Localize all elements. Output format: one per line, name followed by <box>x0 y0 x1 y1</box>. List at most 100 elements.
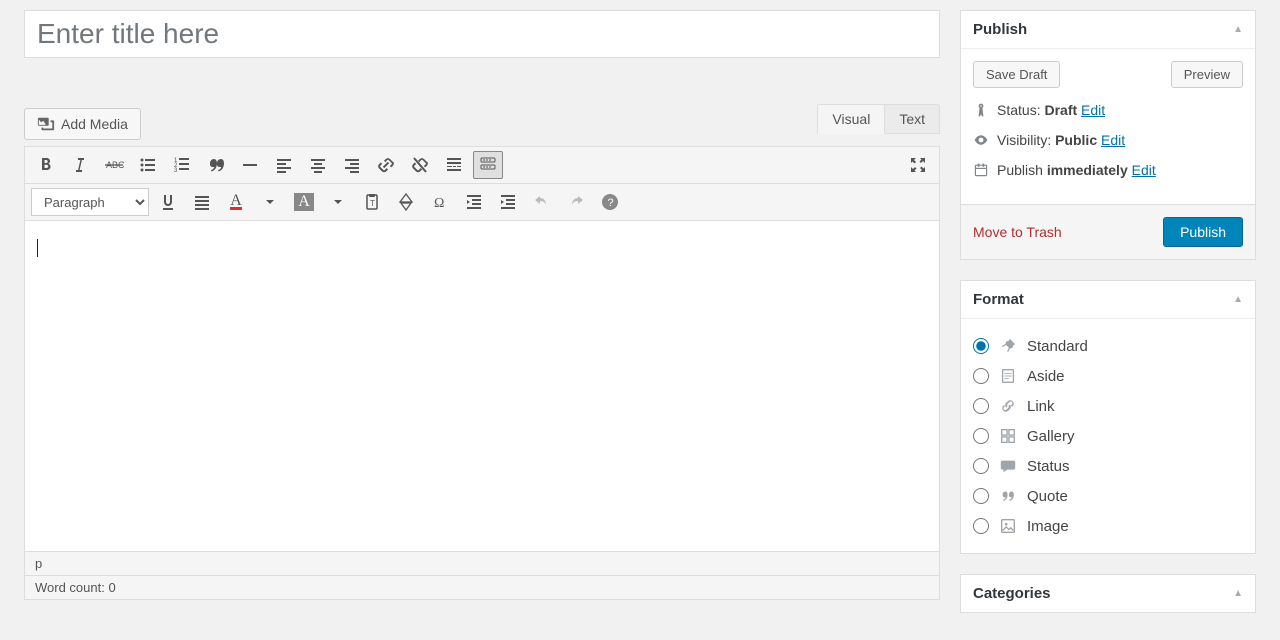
tab-text[interactable]: Text <box>885 104 940 134</box>
format-radio[interactable] <box>973 398 989 414</box>
fullscreen-button[interactable] <box>903 151 933 179</box>
svg-text:3: 3 <box>174 168 178 174</box>
publish-title: Publish <box>973 21 1027 38</box>
editor-path: p <box>25 552 939 575</box>
format-option-quote[interactable]: Quote <box>973 481 1243 511</box>
quote-icon <box>999 487 1017 505</box>
publish-label: Publish <box>997 162 1043 178</box>
publish-header[interactable]: Publish ▲ <box>961 11 1255 49</box>
format-radio[interactable] <box>973 368 989 384</box>
special-character-button[interactable]: Ω <box>425 188 455 216</box>
bullet-list-button[interactable] <box>133 151 163 179</box>
preview-button[interactable]: Preview <box>1171 61 1243 88</box>
visibility-label: Visibility: <box>997 132 1051 148</box>
collapse-icon: ▲ <box>1233 24 1243 35</box>
text-caret <box>37 239 38 257</box>
publish-value: immediately <box>1047 162 1128 178</box>
align-left-button[interactable] <box>269 151 299 179</box>
toolbar-row-2: Paragraph A A T Ω ? <box>25 184 939 221</box>
bold-button[interactable] <box>31 151 61 179</box>
format-label: Aside <box>1027 368 1065 385</box>
indent-button[interactable] <box>493 188 523 216</box>
remove-link-button[interactable] <box>405 151 435 179</box>
background-color-dropdown[interactable] <box>323 188 353 216</box>
format-radio[interactable] <box>973 488 989 504</box>
editor-content-area[interactable] <box>25 221 939 551</box>
align-center-button[interactable] <box>303 151 333 179</box>
edit-visibility-link[interactable]: Edit <box>1101 132 1125 148</box>
format-option-status[interactable]: Status <box>973 451 1243 481</box>
move-to-trash-link[interactable]: Move to Trash <box>973 224 1062 240</box>
categories-header[interactable]: Categories ▲ <box>961 575 1255 612</box>
format-label: Quote <box>1027 488 1068 505</box>
edit-publish-date-link[interactable]: Edit <box>1132 162 1156 178</box>
word-count: Word count: 0 <box>25 575 939 599</box>
format-option-image[interactable]: Image <box>973 511 1243 541</box>
media-icon <box>37 115 55 133</box>
horizontal-rule-button[interactable] <box>235 151 265 179</box>
italic-button[interactable] <box>65 151 95 179</box>
save-draft-button[interactable]: Save Draft <box>973 61 1060 88</box>
align-justify-button[interactable] <box>187 188 217 216</box>
paste-text-button[interactable]: T <box>357 188 387 216</box>
categories-title: Categories <box>973 585 1051 602</box>
text-color-button[interactable]: A <box>221 188 251 216</box>
status-value: Draft <box>1044 102 1077 118</box>
format-option-gallery[interactable]: Gallery <box>973 421 1243 451</box>
insert-more-button[interactable] <box>439 151 469 179</box>
format-label: Link <box>1027 398 1055 415</box>
align-right-button[interactable] <box>337 151 367 179</box>
undo-button[interactable] <box>527 188 557 216</box>
svg-text:?: ? <box>608 197 614 209</box>
publish-metabox: Publish ▲ Save Draft Preview Status: Dra… <box>960 10 1256 260</box>
link-icon <box>999 397 1017 415</box>
format-radio[interactable] <box>973 518 989 534</box>
edit-status-link[interactable]: Edit <box>1081 102 1105 118</box>
add-media-label: Add Media <box>61 116 128 132</box>
tab-visual[interactable]: Visual <box>817 104 885 134</box>
format-options: Standard Aside Link Gallery <box>961 319 1255 553</box>
eye-icon <box>973 132 989 148</box>
svg-text:T: T <box>370 199 375 208</box>
format-option-aside[interactable]: Aside <box>973 361 1243 391</box>
svg-text:Ω: Ω <box>434 196 444 211</box>
strikethrough-button[interactable]: ABC <box>99 151 129 179</box>
format-metabox: Format ▲ Standard Aside Link <box>960 280 1256 554</box>
format-header[interactable]: Format ▲ <box>961 281 1255 319</box>
toolbar-toggle-button[interactable] <box>473 151 503 179</box>
add-media-button[interactable]: Add Media <box>24 108 141 140</box>
image-icon <box>999 517 1017 535</box>
format-radio[interactable] <box>973 428 989 444</box>
format-label: Image <box>1027 518 1069 535</box>
text-color-dropdown[interactable] <box>255 188 285 216</box>
help-button[interactable]: ? <box>595 188 625 216</box>
key-icon <box>973 102 989 118</box>
pushpin-icon <box>999 337 1017 355</box>
format-option-link[interactable]: Link <box>973 391 1243 421</box>
format-label: Status <box>1027 458 1070 475</box>
format-option-standard[interactable]: Standard <box>973 331 1243 361</box>
publish-button[interactable]: Publish <box>1163 217 1243 247</box>
format-title: Format <box>973 291 1024 308</box>
status-icon <box>999 457 1017 475</box>
visibility-value: Public <box>1055 132 1097 148</box>
redo-button[interactable] <box>561 188 591 216</box>
categories-metabox: Categories ▲ <box>960 574 1256 613</box>
document-icon <box>999 367 1017 385</box>
format-label: Gallery <box>1027 428 1075 445</box>
numbered-list-button[interactable]: 123 <box>167 151 197 179</box>
collapse-icon: ▲ <box>1233 294 1243 305</box>
format-radio[interactable] <box>973 458 989 474</box>
background-color-button[interactable]: A <box>289 188 319 216</box>
insert-link-button[interactable] <box>371 151 401 179</box>
clear-formatting-button[interactable] <box>391 188 421 216</box>
format-label: Standard <box>1027 338 1088 355</box>
outdent-button[interactable] <box>459 188 489 216</box>
format-radio[interactable] <box>973 338 989 354</box>
underline-button[interactable] <box>153 188 183 216</box>
blockquote-button[interactable] <box>201 151 231 179</box>
paragraph-format-select[interactable]: Paragraph <box>31 188 149 216</box>
post-title-input[interactable] <box>24 10 940 58</box>
calendar-icon <box>973 162 989 178</box>
gallery-icon <box>999 427 1017 445</box>
